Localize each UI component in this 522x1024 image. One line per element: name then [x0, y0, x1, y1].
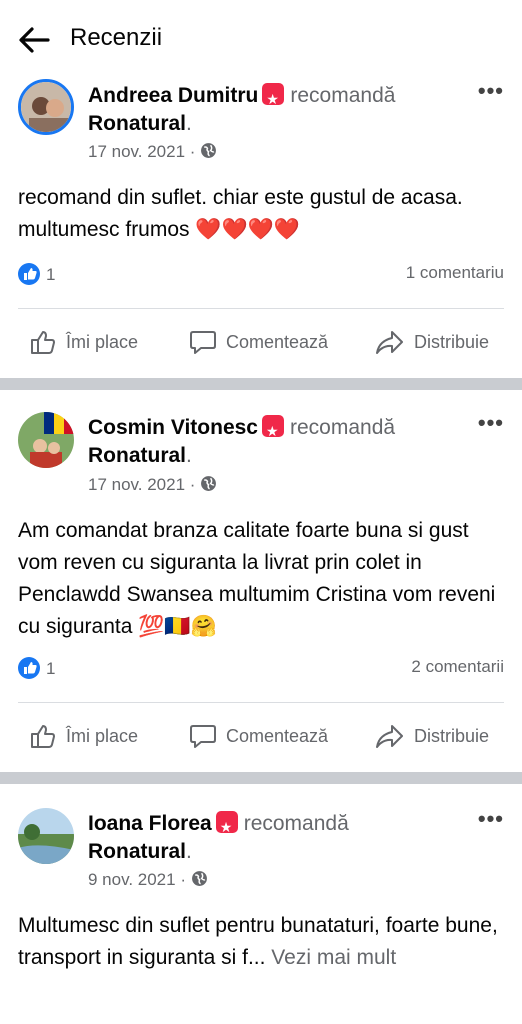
share-button[interactable]: Distribuie — [374, 716, 489, 756]
comment-label: Comentează — [226, 331, 329, 352]
see-more-link[interactable]: Vezi mai mult — [271, 946, 396, 969]
date-text[interactable]: 9 nov. 2021 · — [88, 870, 186, 889]
avatar[interactable] — [18, 79, 74, 135]
share-icon — [376, 331, 403, 354]
comment-button[interactable]: Comentează — [188, 322, 328, 362]
review-post: Andreea Dumitru recomandă Ronatural. 17 n… — [0, 76, 522, 380]
comment-label: Comentează — [226, 725, 329, 746]
like-button[interactable]: Îmi place — [28, 322, 138, 362]
reactions-bar: 1 2 comentarii — [18, 657, 504, 683]
recommend-verb: recomandă — [290, 416, 396, 439]
more-options-icon[interactable]: ••• — [478, 410, 504, 436]
review-post: Cosmin Vitonesc recomandă Ronatural. 17 n… — [0, 390, 522, 774]
share-label: Distribuie — [414, 725, 490, 746]
period: . — [186, 112, 192, 135]
post-date: 17 nov. 2021 · — [88, 142, 217, 162]
like-label: Îmi place — [66, 331, 139, 352]
like-reaction-icon — [18, 263, 40, 285]
action-bar: Îmi place Comentează Distribuie — [0, 716, 522, 756]
post-date: 17 nov. 2021 · — [88, 475, 217, 495]
recommend-verb: recomandă — [290, 84, 396, 107]
like-count[interactable]: 1 — [46, 265, 55, 284]
page-name[interactable]: Ronatural — [88, 840, 186, 863]
comment-count[interactable]: 1 comentariu — [406, 263, 504, 283]
avatar[interactable] — [18, 412, 74, 468]
avatar[interactable] — [18, 808, 74, 864]
divider — [18, 308, 504, 309]
comment-button[interactable]: Comentează — [188, 716, 328, 756]
like-count[interactable]: 1 — [46, 659, 55, 678]
globe-icon — [191, 871, 207, 886]
top-bar: Recenzii — [0, 0, 522, 76]
page-name[interactable]: Ronatural — [88, 112, 186, 135]
share-label: Distribuie — [414, 331, 490, 352]
post-text: Multumesc din suflet pentru bunataturi, … — [18, 910, 508, 974]
post-header: Cosmin Vitonesc recomandă Ronatural. — [88, 414, 468, 470]
post-date: 9 nov. 2021 · — [88, 870, 208, 890]
author-name[interactable]: Andreea Dumitru — [88, 84, 258, 107]
back-arrow-icon[interactable] — [16, 22, 52, 58]
like-label: Îmi place — [66, 725, 139, 746]
post-header: Ioana Florea recomandă Ronatural. — [88, 810, 468, 866]
globe-icon — [201, 476, 217, 491]
comment-icon — [190, 331, 216, 354]
reactions-bar: 1 1 comentariu — [18, 263, 504, 289]
post-text: Am comandat branza calitate foarte buna … — [18, 519, 496, 638]
share-button[interactable]: Distribuie — [374, 322, 489, 362]
more-options-icon[interactable]: ••• — [478, 78, 504, 104]
period: . — [186, 444, 192, 467]
author-name[interactable]: Ioana Florea — [88, 812, 212, 835]
recommend-badge-icon — [215, 811, 238, 841]
comment-icon — [190, 725, 216, 748]
globe-icon — [201, 143, 217, 158]
post-header: Andreea Dumitru recomandă Ronatural. — [88, 82, 468, 138]
author-name[interactable]: Cosmin Vitonesc — [88, 416, 258, 439]
like-button[interactable]: Îmi place — [28, 716, 138, 756]
post-text: recomand din suflet. chiar este gustul d… — [18, 186, 463, 241]
date-text[interactable]: 17 nov. 2021 · — [88, 142, 195, 161]
page-title: Recenzii — [70, 24, 163, 51]
recommend-verb: recomandă — [243, 812, 349, 835]
action-bar: Îmi place Comentează Distribuie — [0, 322, 522, 362]
like-reaction-icon — [18, 657, 40, 679]
recommend-badge-icon — [262, 83, 285, 113]
thumbs-up-icon — [31, 725, 55, 748]
page-name[interactable]: Ronatural — [88, 444, 186, 467]
post-separator — [0, 378, 522, 390]
thumbs-up-icon — [31, 331, 55, 354]
post-separator — [0, 772, 522, 784]
share-icon — [376, 725, 403, 748]
date-text[interactable]: 17 nov. 2021 · — [88, 475, 195, 494]
review-post: Ioana Florea recomandă Ronatural. 9 nov. … — [0, 784, 522, 1024]
period: . — [186, 840, 192, 863]
post-text-content: Multumesc din suflet pentru bunataturi, … — [18, 914, 498, 969]
recommend-badge-icon — [262, 415, 284, 445]
more-options-icon[interactable]: ••• — [478, 806, 504, 832]
divider — [18, 702, 504, 703]
comment-count[interactable]: 2 comentarii — [411, 657, 504, 677]
